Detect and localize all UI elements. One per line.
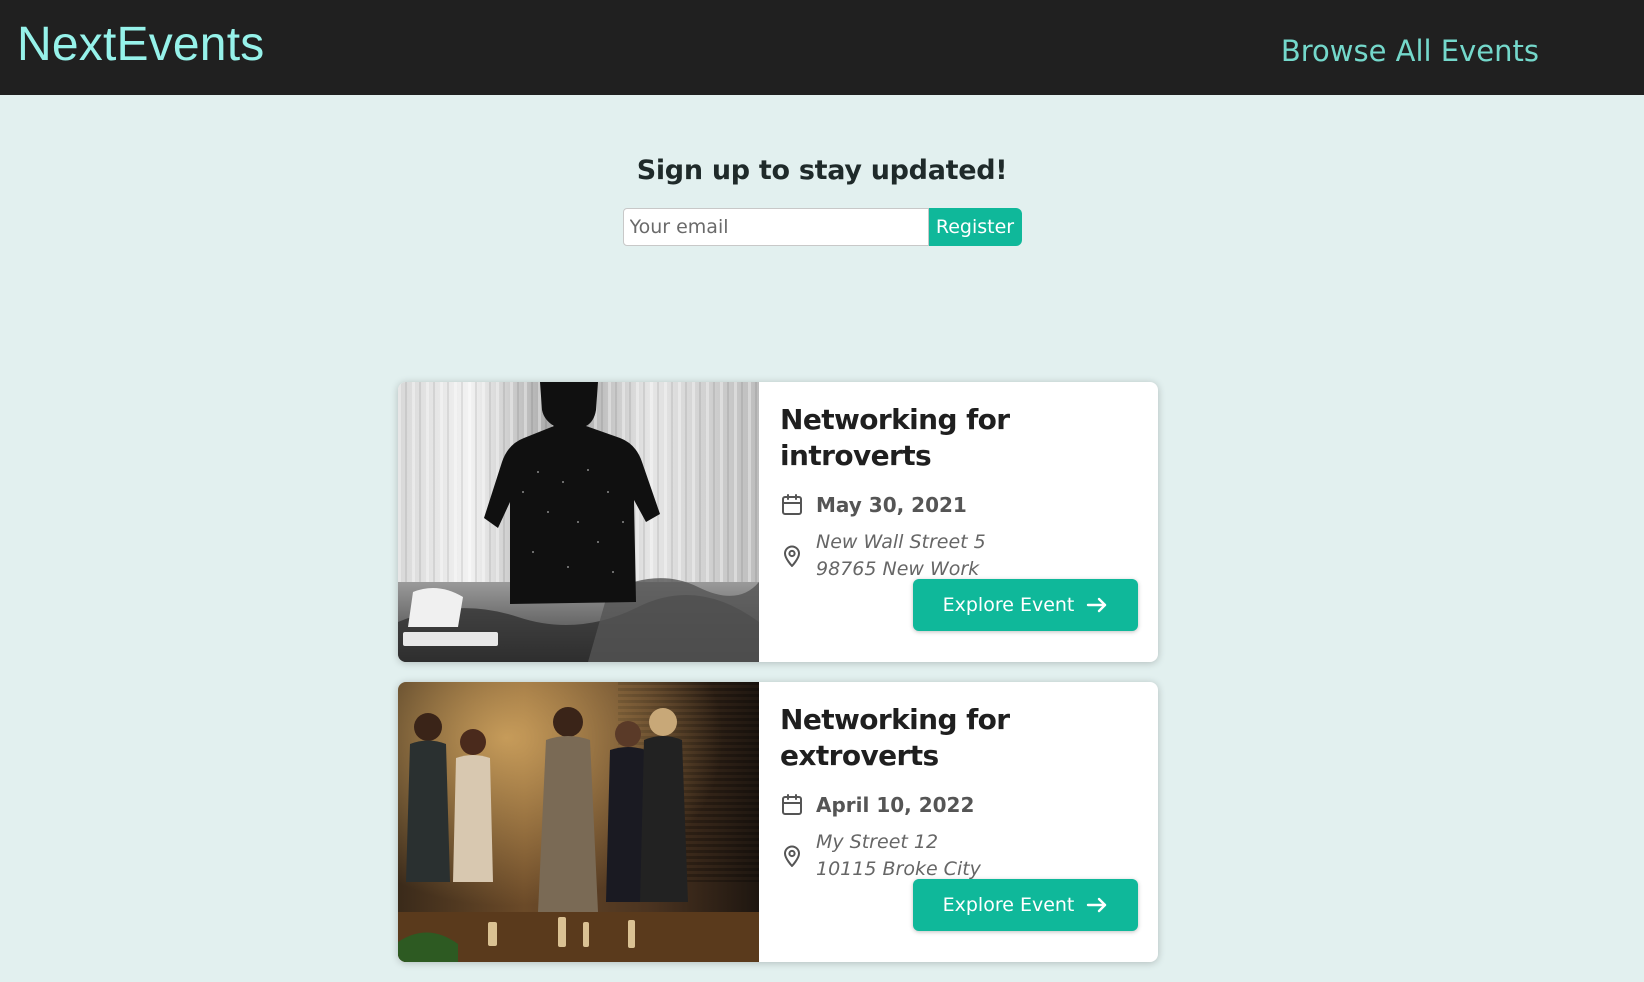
event-address-row: My Street 12 10115 Broke City xyxy=(780,829,1138,883)
signup-heading: Sign up to stay updated! xyxy=(636,155,1008,186)
email-input[interactable] xyxy=(622,208,929,246)
event-title: Networking for introverts xyxy=(780,403,1010,473)
event-details: Networking for introverts May 30, 2021 N… xyxy=(759,382,1158,662)
arrow-right-icon xyxy=(1087,597,1107,613)
event-title: Networking for extroverts xyxy=(780,703,1010,773)
calendar-icon xyxy=(782,793,802,815)
event-date-row: May 30, 2021 xyxy=(780,493,1138,517)
explore-event-label: Explore Event xyxy=(942,894,1075,916)
site-header: NextEvents Browse All Events xyxy=(0,0,1644,95)
event-address: New Wall Street 5 98765 New Work xyxy=(816,529,986,583)
event-details: Networking for extroverts April 10, 2022… xyxy=(759,682,1158,962)
event-card: Networking for introverts May 30, 2021 N… xyxy=(398,382,1158,662)
people-at-party-photo xyxy=(398,682,759,962)
event-date: April 10, 2022 xyxy=(816,792,975,817)
arrow-right-icon xyxy=(1087,897,1107,913)
explore-event-button[interactable]: Explore Event xyxy=(913,579,1138,631)
logo-link[interactable]: NextEvents xyxy=(17,17,264,72)
person-sitting-on-bed-photo xyxy=(398,382,759,662)
location-pin-icon xyxy=(784,845,800,867)
event-address-row: New Wall Street 5 98765 New Work xyxy=(780,529,1138,583)
calendar-icon xyxy=(782,493,802,515)
register-button[interactable]: Register xyxy=(928,208,1022,246)
event-list: Networking for introverts May 30, 2021 N… xyxy=(398,382,1158,982)
explore-event-button[interactable]: Explore Event xyxy=(913,879,1138,931)
signup-form: Register xyxy=(622,208,1022,246)
browse-all-events-link[interactable]: Browse All Events xyxy=(1281,34,1539,68)
event-date-row: April 10, 2022 xyxy=(780,793,1138,817)
address-line-1: My Street 12 xyxy=(816,830,939,853)
event-date: May 30, 2021 xyxy=(816,492,967,517)
address-line-1: New Wall Street 5 xyxy=(816,530,986,553)
event-card: Networking for extroverts April 10, 2022… xyxy=(398,682,1158,962)
explore-event-label: Explore Event xyxy=(942,594,1075,616)
newsletter-signup: Sign up to stay updated! Register xyxy=(0,95,1644,246)
location-pin-icon xyxy=(784,545,800,567)
event-address: My Street 12 10115 Broke City xyxy=(816,829,981,883)
